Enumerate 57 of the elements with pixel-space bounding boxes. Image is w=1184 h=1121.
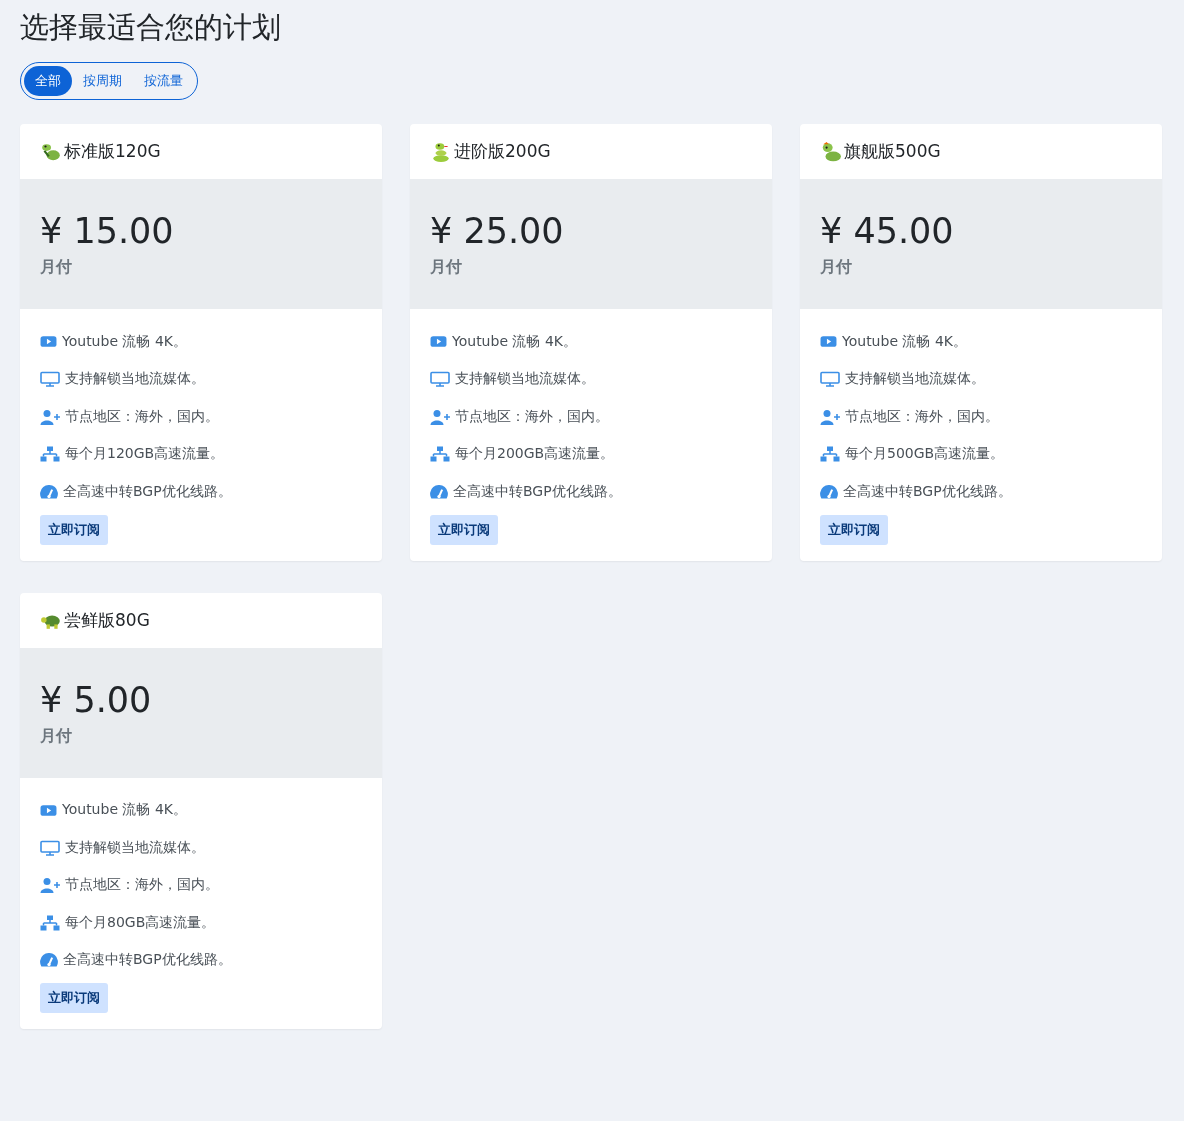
subscribe-button[interactable]: 立即订阅 [430, 514, 498, 545]
feature-text: 节点地区：海外，国内。 [455, 407, 609, 426]
plan-name: 尝鲜版80G [64, 608, 150, 632]
feature-text: Youtube 流畅 4K。 [452, 332, 577, 351]
billing-period: 月付 [430, 257, 462, 278]
feature-text: Youtube 流畅 4K。 [62, 801, 187, 820]
feature-text: 支持解锁当地流媒体。 [65, 370, 205, 389]
monitor-icon [40, 839, 60, 856]
gauge-icon [40, 953, 58, 968]
network-icon [40, 446, 60, 463]
feature-text: 全高速中转BGP优化线路。 [63, 951, 232, 970]
monitor-icon [40, 371, 60, 388]
plan-price: ¥ 25.00 [430, 210, 564, 253]
feature-text: 每个月80GB高速流量。 [65, 913, 216, 932]
plan-price: ¥ 5.00 [40, 678, 152, 722]
monitor-icon [430, 371, 450, 388]
user-add-icon [40, 408, 60, 425]
feature-text: 全高速中转BGP优化线路。 [453, 482, 622, 501]
plan-price: ¥ 15.00 [40, 210, 174, 253]
user-add-icon [820, 408, 840, 425]
feature-text: 每个月500GB高速流量。 [845, 445, 1005, 464]
plan-price: ¥ 45.00 [820, 210, 954, 253]
feature-text: Youtube 流畅 4K。 [842, 332, 967, 351]
subscribe-button[interactable]: 立即订阅 [40, 514, 108, 545]
gauge-icon [40, 484, 58, 499]
billing-period: 月付 [40, 725, 72, 747]
user-add-icon [430, 408, 450, 425]
feature-text: 节点地区：海外，国内。 [65, 876, 219, 895]
plan-name: 旗舰版500G [844, 140, 941, 163]
feature-text: 节点地区：海外，国内。 [845, 407, 999, 426]
network-icon [40, 914, 60, 931]
feature-text: 支持解锁当地流媒体。 [65, 838, 205, 857]
snake-icon [430, 140, 452, 163]
feature-text: Youtube 流畅 4K。 [62, 332, 187, 351]
feature-text: 每个月200GB高速流量。 [455, 445, 615, 464]
feature-text: 节点地区：海外，国内。 [65, 407, 219, 426]
filter-tab[interactable]: 按流量 [133, 66, 194, 96]
feature-text: 支持解锁当地流媒体。 [845, 370, 985, 389]
billing-period: 月付 [820, 257, 852, 278]
feature-text: 全高速中转BGP优化线路。 [843, 482, 1012, 501]
filter-tab[interactable]: 全部 [24, 66, 72, 96]
plan-name: 标准版120G [64, 140, 161, 163]
gauge-icon [430, 484, 448, 499]
billing-period: 月付 [40, 257, 72, 278]
subscribe-button[interactable]: 立即订阅 [820, 514, 888, 545]
feature-text: 支持解锁当地流媒体。 [455, 370, 595, 389]
user-add-icon [40, 877, 60, 894]
plan-name: 进阶版200G [454, 140, 551, 163]
network-icon [430, 446, 450, 463]
subscribe-button[interactable]: 立即订阅 [40, 983, 108, 1013]
monitor-icon [820, 371, 840, 388]
filter-tab[interactable]: 按周期 [72, 66, 133, 96]
feature-text: 每个月120GB高速流量。 [65, 445, 225, 464]
network-icon [820, 446, 840, 463]
gauge-icon [820, 484, 838, 499]
feature-text: 全高速中转BGP优化线路。 [63, 482, 232, 501]
page-title: 选择最适合您的计划 [20, 9, 282, 46]
